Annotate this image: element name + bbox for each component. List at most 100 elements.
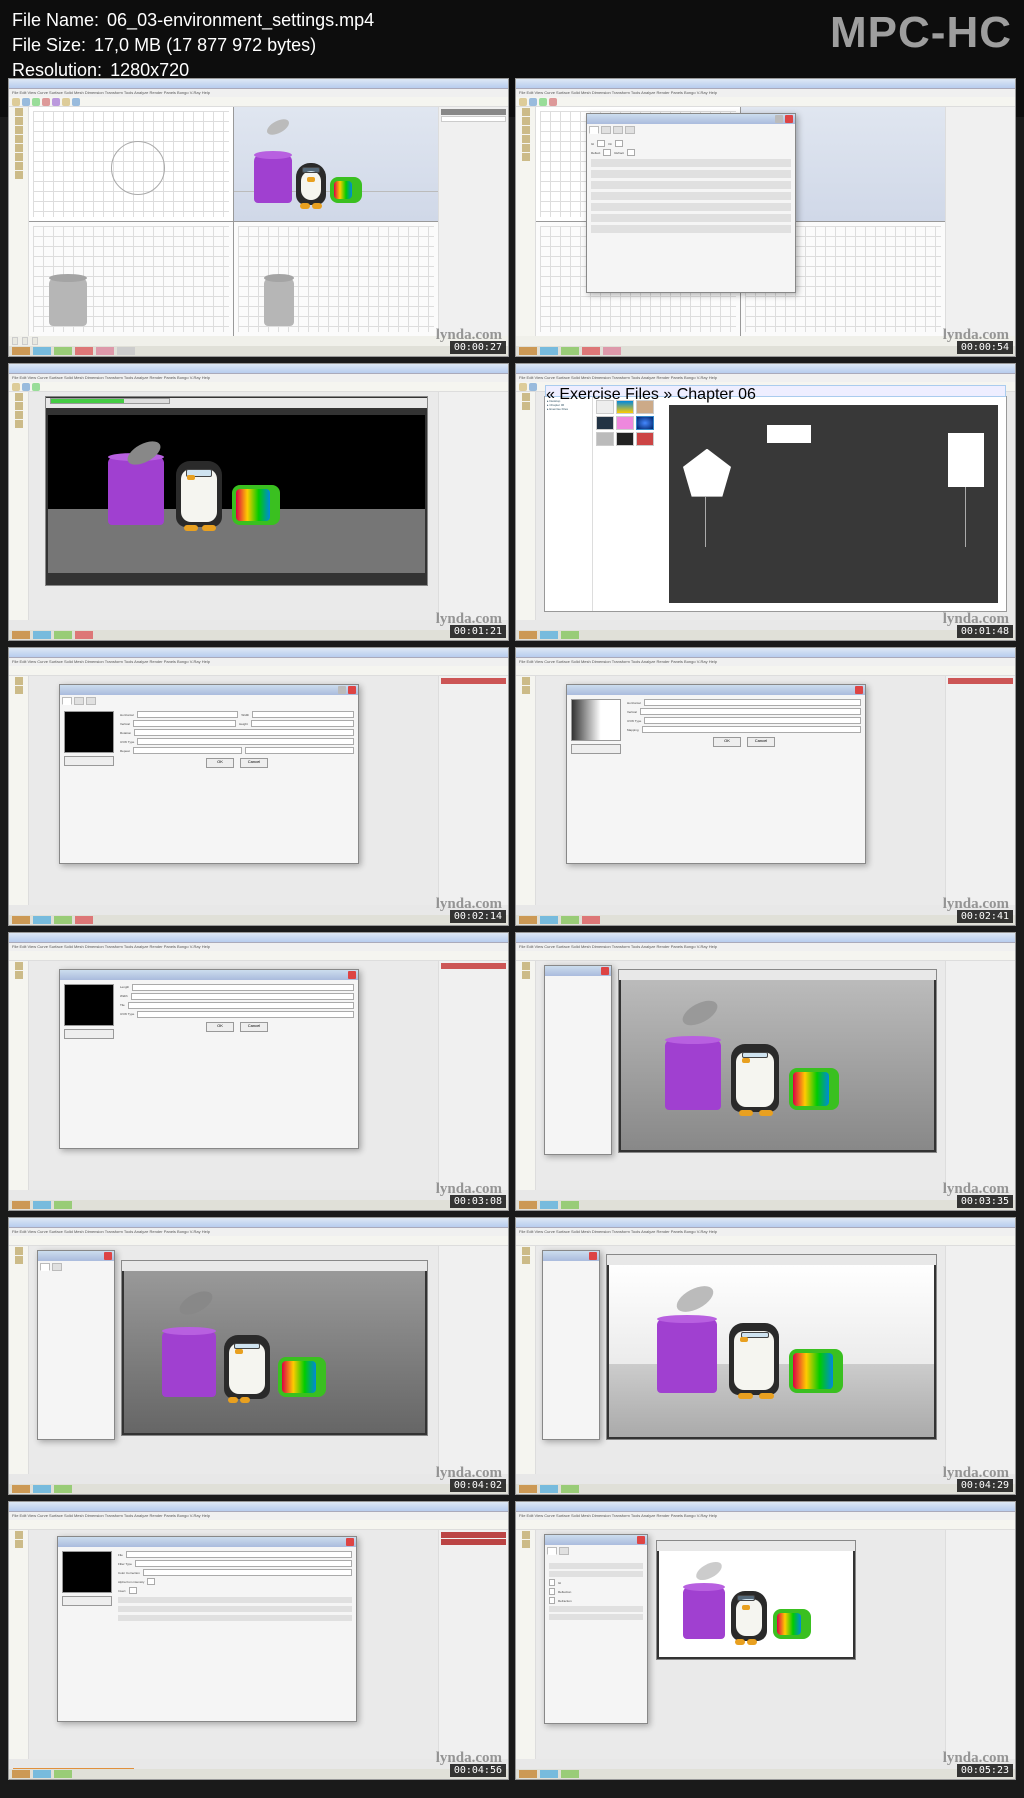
file-thumb[interactable] <box>596 416 614 430</box>
render-toolbar[interactable] <box>46 398 427 408</box>
dialog-tabs[interactable] <box>587 124 795 136</box>
tab[interactable] <box>625 126 635 134</box>
minimize-icon[interactable] <box>775 115 783 123</box>
close-icon[interactable] <box>348 686 356 694</box>
rollout-header[interactable] <box>591 225 791 233</box>
label-filename: File Name: <box>12 8 99 33</box>
environment-dialog[interactable]: Length Width Tile UVW Type OKCancel <box>59 969 359 1149</box>
tool-icon[interactable] <box>62 98 70 106</box>
dropdown[interactable] <box>135 1560 352 1567</box>
viewport-area[interactable] <box>29 107 438 336</box>
cancel-button[interactable]: Cancel <box>747 737 775 747</box>
palette-icon[interactable] <box>15 162 23 170</box>
tool-icon[interactable] <box>72 98 80 106</box>
tab[interactable] <box>613 126 623 134</box>
rollout-header[interactable] <box>591 203 791 211</box>
dropdown[interactable] <box>642 726 861 733</box>
palette-icon[interactable] <box>15 171 23 179</box>
palette-icon[interactable] <box>15 144 23 152</box>
breadcrumb[interactable]: « Exercise Files » Chapter 06 <box>545 385 1006 397</box>
tab[interactable] <box>601 126 611 134</box>
tool-icon[interactable] <box>22 98 30 106</box>
thumb-1[interactable]: File Edit View Curve Surface Solid Mesh … <box>8 78 509 357</box>
timestamp: 00:03:08 <box>450 1195 506 1208</box>
close-icon[interactable] <box>346 1538 354 1546</box>
thumb-9[interactable]: File Edit View Curve Surface Solid Mesh … <box>8 1217 509 1496</box>
view-perspective[interactable] <box>234 107 438 221</box>
rollout-header[interactable] <box>591 192 791 200</box>
ok-button[interactable]: OK <box>206 758 234 768</box>
thumb-2[interactable]: File Edit View Curve Surface Solid Mesh … <box>515 78 1016 357</box>
close-icon[interactable] <box>785 115 793 123</box>
vray-options[interactable] <box>542 1250 600 1440</box>
cancel-button[interactable]: Cancel <box>240 1022 268 1032</box>
tool-palette[interactable] <box>9 107 29 336</box>
render-window[interactable] <box>656 1540 856 1660</box>
ok-button[interactable]: OK <box>713 737 741 747</box>
environment-dialog[interactable]: File Filter Type Color Correction Alpha … <box>57 1536 357 1722</box>
vray-options[interactable] <box>544 965 612 1155</box>
vray-options[interactable] <box>37 1250 115 1440</box>
palette-icon[interactable] <box>15 108 23 116</box>
file-thumb[interactable] <box>616 416 634 430</box>
file-thumb[interactable] <box>636 432 654 446</box>
rollout-header[interactable] <box>591 214 791 222</box>
rollout-header[interactable] <box>591 181 791 189</box>
tool-icon[interactable] <box>32 98 40 106</box>
cancel-button[interactable]: Cancel <box>240 758 268 768</box>
vray-options-dialog[interactable]: GIOn ReflectRefract <box>586 113 796 293</box>
rollout-header[interactable] <box>591 170 791 178</box>
properties-panel[interactable] <box>438 107 508 336</box>
tool-icon[interactable] <box>52 98 60 106</box>
render-window[interactable] <box>45 396 428 586</box>
thumb-10[interactable]: File Edit View Curve Surface Solid Mesh … <box>515 1217 1016 1496</box>
view-front[interactable] <box>29 222 233 336</box>
file-browser-dialog[interactable]: « Exercise Files » Chapter 06 ▸ Desktop▸… <box>544 396 1007 613</box>
toolbar[interactable] <box>9 97 508 107</box>
palette-icon[interactable] <box>15 117 23 125</box>
dropdown[interactable] <box>137 1011 354 1018</box>
thumb-3[interactable]: File Edit View Curve Surface Solid Mesh … <box>8 363 509 642</box>
thumb-12[interactable]: File Edit View Curve Surface Solid Mesh … <box>515 1501 1016 1780</box>
tab[interactable] <box>589 126 599 134</box>
environment-dialog[interactable]: HorizontalWidth VerticalHeight Rotation … <box>59 684 359 864</box>
thumb-5[interactable]: File Edit View Curve Surface Solid Mesh … <box>8 647 509 926</box>
close-icon[interactable] <box>855 686 863 694</box>
checkbox[interactable] <box>597 140 605 147</box>
thumb-4[interactable]: File Edit View Curve Surface Solid Mesh … <box>515 363 1016 642</box>
environment-dialog[interactable]: Horizontal Vertical UVW Type Mapping OKC… <box>566 684 866 864</box>
file-thumb-selected[interactable] <box>636 416 654 430</box>
thumb-11[interactable]: File Edit View Curve Surface Solid Mesh … <box>8 1501 509 1780</box>
palette-icon[interactable] <box>15 126 23 134</box>
spinner[interactable] <box>137 711 239 718</box>
swatch <box>441 109 506 115</box>
dropdown[interactable] <box>137 738 354 745</box>
tool-icon[interactable] <box>12 98 20 106</box>
menubar[interactable]: File Edit View Curve Surface Solid Mesh … <box>9 89 508 97</box>
close-icon[interactable] <box>348 971 356 979</box>
palette-icon[interactable] <box>15 135 23 143</box>
dialog-titlebar[interactable] <box>587 114 795 124</box>
file-thumb[interactable] <box>616 432 634 446</box>
render-window[interactable] <box>618 969 937 1153</box>
vray-options[interactable]: GI Reflection Refraction <box>544 1534 648 1724</box>
dropdown[interactable] <box>644 717 861 724</box>
folder-tree[interactable]: ▸ Desktop▸ Chapter 06▸ Exercise Files <box>545 397 593 612</box>
thumb-7[interactable]: File Edit View Curve Surface Solid Mesh … <box>8 932 509 1211</box>
view-right[interactable] <box>234 222 438 336</box>
palette-icon[interactable] <box>15 153 23 161</box>
render-window[interactable] <box>121 1260 428 1436</box>
checkbox[interactable] <box>615 140 623 147</box>
file-thumbnails[interactable] <box>593 397 661 612</box>
preview-button[interactable] <box>64 756 114 766</box>
thumb-6[interactable]: File Edit View Curve Surface Solid Mesh … <box>515 647 1016 926</box>
ok-button[interactable]: OK <box>206 1022 234 1032</box>
bottom-tabs[interactable] <box>9 346 508 356</box>
file-input[interactable] <box>126 1551 352 1558</box>
file-thumb[interactable] <box>596 432 614 446</box>
thumb-8[interactable]: File Edit View Curve Surface Solid Mesh … <box>515 932 1016 1211</box>
rollout-header[interactable] <box>591 159 791 167</box>
tool-icon[interactable] <box>42 98 50 106</box>
render-window[interactable] <box>606 1254 937 1440</box>
view-top[interactable] <box>29 107 233 221</box>
